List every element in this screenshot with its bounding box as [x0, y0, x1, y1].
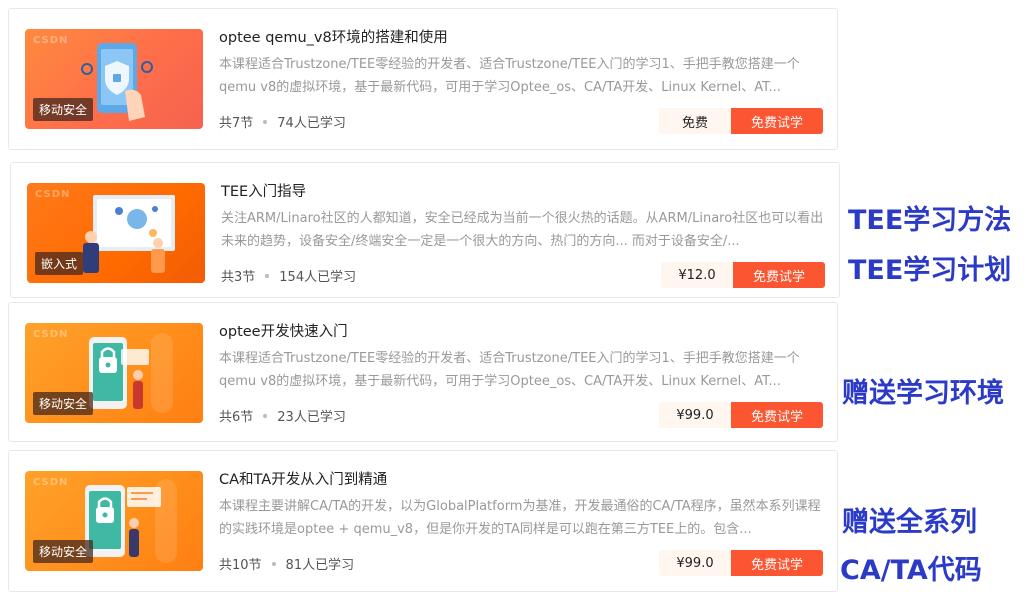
learner-count: 154人已学习 [279, 270, 357, 285]
separator-dot [271, 561, 276, 566]
lesson-count: 共3节 [221, 270, 256, 285]
price-button[interactable]: ¥99.0 [659, 550, 731, 576]
course-thumbnail[interactable]: CSDN 移动安全 [25, 29, 203, 129]
side-note-tee-plan: TEE学习计划 [848, 255, 1012, 286]
side-note-full-series: 赠送全系列 [842, 507, 977, 538]
learner-count: 74人已学习 [277, 116, 346, 131]
course-meta: 共6节 23人已学习 [219, 406, 346, 425]
category-tag: 移动安全 [33, 540, 94, 563]
free-trial-button[interactable]: 免费试学 [731, 550, 823, 576]
separator-dot [263, 119, 268, 124]
course-title[interactable]: TEE入门指导 [221, 180, 306, 201]
course-title[interactable]: CA和TA开发从入门到精通 [219, 468, 387, 489]
course-description: 本课程适合Trustzone/TEE零经验的开发者、适合Trustzone/TE… [219, 57, 800, 95]
course-actions: 免费 免费试学 [659, 108, 823, 134]
lesson-count: 共7节 [219, 116, 254, 131]
free-trial-button[interactable]: 免费试学 [731, 402, 823, 428]
learner-count: 81人已学习 [285, 558, 355, 573]
course-card[interactable]: CSDN 移动安全 optee开发快速入门 本课程适合Trustzone/TEE… [8, 302, 838, 442]
course-description: 关注ARM/Linaro社区的人都知道，安全已经成为当前一个很火热的话题。从AR… [221, 211, 824, 249]
lesson-count: 共10节 [219, 558, 262, 573]
category-tag: 嵌入式 [35, 252, 84, 275]
course-meta: 共7节 74人已学习 [219, 112, 346, 131]
course-card[interactable]: CSDN 移动安全 CA和TA开发从入门到精通 本课程主要讲解CA/TA的开发，… [8, 450, 838, 592]
side-note-free-env: 赠送学习环境 [842, 378, 1004, 409]
side-note-ca-ta-code: CA/TA代码 [840, 555, 982, 586]
course-thumbnail[interactable]: CSDN 嵌入式 [27, 183, 205, 283]
course-title[interactable]: optee开发快速入门 [219, 320, 348, 341]
free-trial-button[interactable]: 免费试学 [731, 108, 823, 134]
course-title[interactable]: optee qemu_v8环境的搭建和使用 [219, 26, 448, 47]
course-actions: ¥99.0 免费试学 [659, 550, 823, 576]
category-tag: 移动安全 [33, 392, 94, 415]
category-tag: 移动安全 [33, 98, 94, 121]
course-thumbnail[interactable]: CSDN 移动安全 [25, 323, 203, 423]
learner-count: 23人已学习 [277, 410, 346, 425]
lesson-count: 共6节 [219, 410, 254, 425]
free-trial-button[interactable]: 免费试学 [733, 262, 825, 288]
separator-dot [263, 413, 268, 418]
course-actions: ¥99.0 免费试学 [659, 402, 823, 428]
course-description: 本课程主要讲解CA/TA的开发，以为GlobalPlatform为基准，开发最通… [219, 499, 821, 537]
price-button[interactable]: ¥99.0 [659, 402, 731, 428]
course-thumbnail[interactable]: CSDN 移动安全 [25, 471, 203, 571]
course-actions: ¥12.0 免费试学 [661, 262, 825, 288]
separator-dot [265, 273, 270, 278]
course-card[interactable]: CSDN 嵌入式 TEE入门指导 关注ARM/Linaro社区的人都知道，安全已… [10, 162, 840, 298]
course-card[interactable]: CSDN 移动安全 optee qemu_v8环境的搭建和使用 本课程适合Tru… [8, 8, 838, 150]
side-note-tee-method: TEE学习方法 [848, 205, 1012, 236]
price-button[interactable]: 免费 [659, 108, 731, 134]
course-meta: 共10节 81人已学习 [219, 554, 354, 573]
course-description: 本课程适合Trustzone/TEE零经验的开发者、适合Trustzone/TE… [219, 351, 800, 389]
price-button[interactable]: ¥12.0 [661, 262, 733, 288]
course-meta: 共3节 154人已学习 [221, 266, 356, 285]
